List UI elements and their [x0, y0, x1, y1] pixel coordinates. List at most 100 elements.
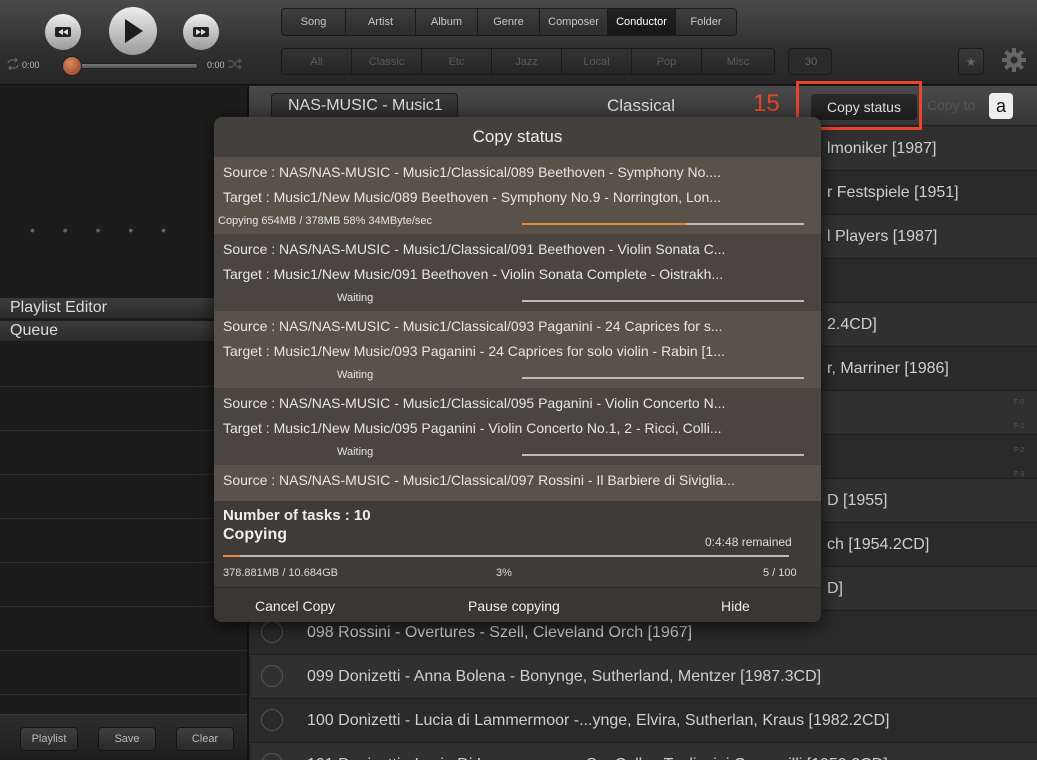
- job-source: Source : NAS/NAS-MUSIC - Music1/Classica…: [223, 241, 726, 257]
- select-circle-icon[interactable]: [261, 709, 283, 731]
- favorites-button[interactable]: ★: [958, 48, 984, 75]
- job-source: Source : NAS/NAS-MUSIC - Music1/Classica…: [223, 164, 721, 180]
- dialog-title: Copy status: [472, 127, 563, 146]
- total-percent: 3%: [496, 567, 512, 579]
- gear-icon[interactable]: [1001, 47, 1027, 73]
- total-progress-fill: [223, 555, 240, 557]
- pause-copying-button[interactable]: Pause copying: [468, 598, 560, 614]
- list-item[interactable]: 099 Donizetti - Anna Bolena - Bonynge, S…: [251, 655, 1037, 699]
- tasks-count-label: Number of tasks : 10: [223, 507, 371, 524]
- tab-genre-etc[interactable]: Etc: [422, 49, 492, 74]
- copy-job-list[interactable]: Source : NAS/NAS-MUSIC - Music1/Classica…: [214, 157, 821, 501]
- tab-conductor[interactable]: Conductor: [608, 9, 676, 35]
- star-icon: ★: [965, 54, 977, 69]
- list-item-label-tail: r, Marriner [1986]: [827, 360, 949, 377]
- count-field[interactable]: 30: [788, 48, 832, 75]
- copy-to-button[interactable]: Copy to: [927, 97, 975, 113]
- list-item-label-tail: l Players [1987]: [827, 228, 938, 245]
- previous-track-button[interactable]: [45, 14, 81, 50]
- list-item-label: 101 Donizetti - Lucia Di Lammermoor - S.…: [307, 756, 888, 760]
- alphabet-index-button[interactable]: a: [989, 93, 1013, 119]
- shuffle-icon[interactable]: [228, 58, 242, 70]
- tab-genre-local[interactable]: Local: [562, 49, 632, 74]
- job-progress-bar: [522, 223, 804, 225]
- hide-button[interactable]: Hide: [721, 598, 750, 614]
- copy-job-item: Source : NAS/NAS-MUSIC - Music1/Classica…: [214, 157, 821, 234]
- fkey-label: F:0: [1014, 399, 1025, 406]
- fkey-label: F:3: [1014, 471, 1025, 478]
- job-status: Copying 654MB / 378MB 58% 34MByte/sec: [218, 215, 433, 227]
- tab-genre-misc[interactable]: Misc: [702, 49, 774, 74]
- total-size: 378.881MB / 10.684GB: [223, 567, 338, 579]
- files-count: 5 / 100: [763, 567, 797, 579]
- playback-progress-track[interactable]: [66, 63, 198, 69]
- divider: [0, 606, 247, 607]
- clear-button[interactable]: Clear: [176, 727, 234, 751]
- list-item[interactable]: 101 Donizetti - Lucia Di Lammermoor - S.…: [251, 743, 1037, 760]
- previous-icon: [55, 27, 71, 37]
- copy-job-item: Source : NAS/NAS-MUSIC - Music1/Classica…: [214, 234, 821, 311]
- list-item-label-tail: r Festspiele [1951]: [827, 184, 959, 201]
- time-remaining: 0:4:48 remained: [705, 535, 792, 549]
- dialog-actions: Cancel Copy Pause copying Hide: [214, 587, 821, 622]
- genre-tabs: All Classic Etc Jazz Local Pop Misc: [281, 48, 775, 75]
- list-item-label: 098 Rossini - Overtures - Szell, Clevela…: [307, 624, 693, 641]
- play-button[interactable]: [109, 7, 157, 55]
- player-toolbar: 0:00 0:00 Song Artist Album Genre Compos…: [0, 0, 1037, 85]
- tab-genre-all[interactable]: All: [282, 49, 352, 74]
- play-icon: [125, 19, 143, 43]
- page-dots: • • • • •: [30, 222, 179, 238]
- sidebar-item-playlist-editor[interactable]: Playlist Editor: [0, 298, 247, 318]
- list-item-label-tail: lmoniker [1987]: [827, 140, 937, 157]
- job-status: Waiting: [337, 369, 374, 381]
- list-item-label-tail: ch [1954.2CD]: [827, 536, 930, 553]
- tab-folder[interactable]: Folder: [676, 9, 736, 35]
- divider: [0, 562, 247, 563]
- select-circle-icon[interactable]: [261, 621, 283, 643]
- tab-album[interactable]: Album: [416, 9, 478, 35]
- divider: [0, 694, 247, 695]
- job-status: Waiting: [337, 292, 374, 304]
- breadcrumb-back-button[interactable]: NAS-MUSIC - Music1: [271, 93, 458, 119]
- repeat-icon[interactable]: [6, 58, 20, 70]
- job-source: Source : NAS/NAS-MUSIC - Music1/Classica…: [223, 472, 735, 488]
- job-target: Target : Music1/New Music/091 Beethoven …: [223, 266, 724, 282]
- list-item-label-tail: D [1955]: [827, 492, 888, 509]
- next-track-button[interactable]: [183, 14, 219, 50]
- save-button[interactable]: Save: [98, 727, 156, 751]
- tab-genre-pop[interactable]: Pop: [632, 49, 702, 74]
- tab-composer[interactable]: Composer: [540, 9, 608, 35]
- sidebar-footer: Playlist Save Clear: [0, 714, 247, 760]
- divider: [0, 430, 247, 431]
- copy-job-item: Source : NAS/NAS-MUSIC - Music1/Classica…: [214, 311, 821, 388]
- sidebar-item-queue[interactable]: Queue: [0, 321, 247, 341]
- tab-genre[interactable]: Genre: [478, 9, 540, 35]
- playback-progress-knob[interactable]: [62, 56, 82, 76]
- tab-song[interactable]: Song: [282, 9, 346, 35]
- job-target: Target : Music1/New Music/089 Beethoven …: [223, 189, 722, 205]
- list-item-label: 099 Donizetti - Anna Bolena - Bonynge, S…: [307, 668, 822, 685]
- job-progress-bar: [522, 377, 804, 379]
- copy-status-dialog: Copy status Source : NAS/NAS-MUSIC - Mus…: [214, 117, 821, 622]
- playlist-button[interactable]: Playlist: [20, 727, 78, 751]
- select-circle-icon[interactable]: [261, 753, 283, 760]
- job-progress-bar: [522, 300, 804, 302]
- item-count: 15: [753, 90, 780, 117]
- page-title: Classical: [607, 96, 676, 115]
- list-item-label-tail: 2.4CD]: [827, 316, 877, 333]
- tab-genre-jazz[interactable]: Jazz: [492, 49, 562, 74]
- cancel-copy-button[interactable]: Cancel Copy: [255, 598, 335, 614]
- job-target: Target : Music1/New Music/095 Paganini -…: [223, 420, 722, 436]
- next-icon: [193, 27, 209, 37]
- divider: [0, 650, 247, 651]
- list-item[interactable]: 100 Donizetti - Lucia di Lammermoor -...…: [251, 699, 1037, 743]
- tab-artist[interactable]: Artist: [346, 9, 416, 35]
- fkey-label: F:1: [1014, 423, 1025, 430]
- job-target: Target : Music1/New Music/093 Paganini -…: [223, 343, 725, 359]
- time-total: 0:00: [207, 60, 225, 70]
- tab-genre-classic[interactable]: Classic: [352, 49, 422, 74]
- copying-label: Copying: [223, 526, 287, 543]
- fkey-label: F:2: [1014, 447, 1025, 454]
- job-progress-bar: [522, 454, 804, 456]
- select-circle-icon[interactable]: [261, 665, 283, 687]
